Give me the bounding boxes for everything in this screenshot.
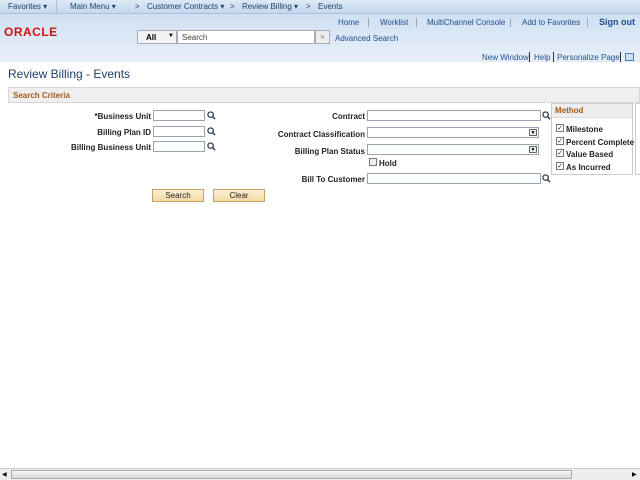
horizontal-scrollbar[interactable]: ◀ ▶	[0, 468, 640, 480]
scroll-left-icon[interactable]: ◀	[2, 471, 7, 478]
search-input[interactable]: Search	[177, 30, 315, 44]
worklist-link[interactable]: Worklist	[380, 18, 408, 27]
billing-plan-id-input[interactable]	[153, 126, 205, 137]
contract-input[interactable]	[367, 110, 541, 121]
method-title: Method	[552, 104, 632, 118]
method-group: Method ✓ Milestone ✓ Percent Complete ✓ …	[551, 103, 635, 175]
breadcrumb-bar: Favorites ▾ Main Menu ▾ > Customer Contr…	[0, 0, 640, 14]
hold-checkbox[interactable]	[369, 158, 377, 166]
scrollbar-thumb[interactable]	[11, 470, 572, 479]
billing-plan-status-select[interactable]: ▼	[367, 144, 539, 155]
chevron-down-icon: ▼	[168, 33, 174, 39]
contract-label: Contract	[332, 112, 365, 121]
add-to-favorites-link[interactable]: Add to Favorites	[522, 18, 580, 27]
breadcrumb-review-billing[interactable]: Review Billing ▾	[242, 2, 298, 11]
oracle-logo: ORACLE	[4, 25, 58, 39]
contract-classification-select[interactable]: ▼	[367, 127, 539, 138]
bill-to-customer-input[interactable]	[367, 173, 541, 184]
lookup-icon[interactable]	[207, 142, 216, 151]
breadcrumb-customer-contracts[interactable]: Customer Contracts ▾	[147, 2, 224, 11]
chevron-down-icon: ▼	[529, 146, 537, 153]
milestone-label: Milestone	[566, 125, 603, 134]
favorites-menu[interactable]: Favorites ▾	[8, 2, 47, 11]
breadcrumb-sep: >	[230, 2, 235, 11]
lookup-icon[interactable]	[207, 111, 216, 120]
breadcrumb-events[interactable]: Events	[318, 2, 342, 11]
search-scope-value: All	[146, 33, 157, 42]
as-incurred-label: As Incurred	[566, 163, 611, 172]
contract-classification-label: Contract Classification	[277, 130, 365, 139]
lookup-icon[interactable]	[542, 174, 551, 183]
sign-out-link[interactable]: Sign out	[599, 17, 635, 27]
billing-business-unit-label: Billing Business Unit	[70, 143, 151, 152]
business-unit-input[interactable]	[153, 110, 205, 121]
lookup-icon[interactable]	[207, 127, 216, 136]
search-go-icon[interactable]: »	[315, 30, 330, 44]
milestone-checkbox[interactable]: ✓	[556, 124, 564, 132]
search-criteria-header: Search Criteria	[8, 87, 640, 103]
chevron-down-icon: ▼	[529, 129, 537, 136]
advanced-search-link[interactable]: Advanced Search	[335, 34, 398, 43]
hold-label: Hold	[379, 159, 397, 168]
section-title: Search Criteria	[13, 91, 70, 100]
page-title: Review Billing - Events	[8, 67, 131, 81]
billing-business-unit-input[interactable]	[153, 141, 205, 152]
multichannel-console-link[interactable]: MultiChannel Console	[427, 18, 505, 27]
personalize-page-link[interactable]: Personalize Page	[557, 53, 620, 62]
percent-complete-checkbox[interactable]: ✓	[556, 137, 564, 145]
main-menu[interactable]: Main Menu ▾	[70, 2, 116, 11]
percent-complete-label: Percent Complete	[566, 138, 635, 147]
new-window-link[interactable]: New Window	[482, 53, 529, 62]
billing-plan-status-label: Billing Plan Status	[294, 147, 365, 156]
search-button[interactable]: Search	[152, 189, 204, 202]
secondary-group-edge	[635, 103, 640, 175]
as-incurred-checkbox[interactable]: ✓	[556, 162, 564, 170]
search-scope-select[interactable]: All ▼	[137, 30, 177, 44]
value-based-label: Value Based	[566, 150, 614, 159]
bill-to-customer-label: Bill To Customer	[301, 175, 365, 184]
business-unit-label: *Business Unit	[94, 112, 151, 121]
home-link[interactable]: Home	[338, 18, 359, 27]
help-link[interactable]: Help	[534, 53, 550, 62]
breadcrumb-sep: >	[135, 2, 140, 11]
breadcrumb-sep: >	[306, 2, 311, 11]
clear-button[interactable]: Clear	[213, 189, 265, 202]
value-based-checkbox[interactable]: ✓	[556, 149, 564, 157]
grid-icon[interactable]	[625, 53, 634, 61]
scroll-right-icon[interactable]: ▶	[632, 471, 637, 478]
lookup-icon[interactable]	[542, 111, 551, 120]
billing-plan-id-label: Billing Plan ID	[97, 128, 151, 137]
